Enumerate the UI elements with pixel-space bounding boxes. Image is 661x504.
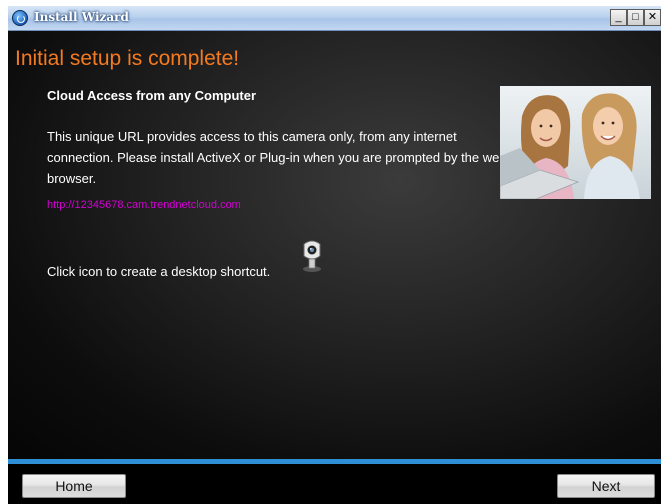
two-girls-at-laptop-photo [500, 86, 651, 199]
home-button[interactable]: Home [22, 474, 126, 498]
cloud-url-link[interactable]: http://12345678.cam.trendnetcloud.com [47, 199, 241, 211]
shortcut-instruction: Click icon to create a desktop shortcut. [47, 264, 271, 279]
maximize-button[interactable]: □ [627, 9, 644, 26]
page-heading: Initial setup is complete! [15, 47, 240, 70]
close-button[interactable]: ✕ [644, 9, 661, 26]
next-button[interactable]: Next [557, 474, 655, 498]
install-wizard-window: Install Wizard _ □ ✕ Initial setup is co… [8, 6, 661, 504]
wizard-footer: Home Next [8, 464, 661, 504]
desktop-shortcut-icon[interactable] [298, 238, 326, 274]
description-text: This unique URL provides access to this … [47, 129, 507, 186]
title-bar[interactable]: Install Wizard _ □ ✕ [8, 6, 661, 31]
section-title: Cloud Access from any Computer [47, 88, 257, 103]
window-title: Install Wizard [34, 10, 129, 24]
app-icon [12, 10, 28, 26]
wizard-content: Initial setup is complete! Cloud Access … [8, 31, 661, 459]
minimize-button[interactable]: _ [610, 9, 627, 26]
